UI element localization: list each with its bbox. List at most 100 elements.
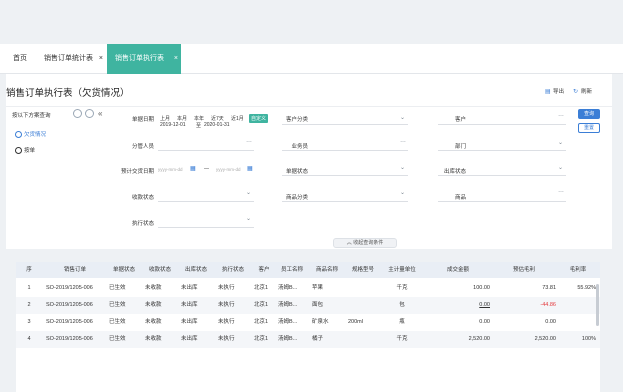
column-header[interactable]: 主计量单位	[382, 262, 422, 278]
dept-select[interactable]	[438, 150, 566, 151]
preset-this-year[interactable]: 本年	[194, 115, 204, 122]
preset-last-1-month[interactable]: 近1月	[231, 115, 244, 122]
cell-index: 2	[27, 302, 31, 308]
cell-employee: 汤姆B...	[278, 319, 298, 325]
scheme-icon	[15, 131, 22, 139]
column-header[interactable]: 出库状态	[179, 262, 213, 278]
cell-margin	[560, 297, 596, 314]
column-header[interactable]: 商品名称	[310, 262, 344, 278]
settings-icon[interactable]	[85, 109, 94, 118]
receipt-status-select[interactable]	[158, 201, 254, 202]
column-header[interactable]: 客户	[253, 262, 275, 278]
close-icon[interactable]: ×	[99, 44, 103, 74]
cell-outbound-status: 未出库	[181, 302, 198, 308]
table-scrollbar[interactable]	[596, 284, 599, 326]
column-header[interactable]: 单据状态	[107, 262, 141, 278]
date-end[interactable]: 2020-01-31	[204, 122, 230, 128]
add-scheme-icon[interactable]	[73, 109, 82, 118]
dept-label: 部门	[454, 144, 466, 150]
column-header[interactable]: 毛利率	[560, 262, 596, 278]
column-header[interactable]: 销售订单	[44, 262, 106, 278]
scheme-label: 按以下方案查询	[12, 113, 51, 119]
customer-select[interactable]	[438, 124, 566, 125]
division-person-select[interactable]	[158, 150, 254, 151]
cell-order-no[interactable]: SO-2019/1205-006	[46, 331, 108, 348]
close-icon[interactable]: ×	[174, 44, 178, 74]
cell-order-status: 已生效	[109, 336, 126, 342]
collapse-filters-button[interactable]: ︽ 收起查询条件	[333, 238, 397, 248]
customer-category-select[interactable]	[282, 124, 408, 125]
date-start[interactable]: 2019-12-01	[160, 122, 186, 128]
column-header[interactable]: 成交金额	[426, 262, 490, 278]
column-header[interactable]: 执行状态	[216, 262, 250, 278]
chevron-down-icon[interactable]: ⌄	[558, 139, 563, 146]
receipt-status-label: 收款状态	[131, 195, 154, 201]
chevron-down-icon[interactable]: ⌄	[400, 114, 405, 121]
calendar-icon[interactable]: ▦	[247, 165, 253, 172]
scheme-item-shortage[interactable]: 欠货情况	[15, 130, 47, 139]
cell-amount[interactable]: 0.00	[426, 297, 490, 314]
chevron-down-icon[interactable]: ⌄	[400, 189, 405, 196]
column-header[interactable]: 预估毛利	[492, 262, 556, 278]
salesperson-select[interactable]	[282, 150, 408, 151]
table-header-row: 序 销售订单 单据状态 收款状态 出库状态 执行状态 客户 员工名称 商品名称 …	[16, 262, 600, 278]
cell-unit: 瓶	[399, 319, 405, 325]
product-category-select[interactable]	[282, 201, 408, 202]
tab-sales-order-stats[interactable]: 销售订单统计表 ×	[40, 44, 106, 74]
cell-index: 4	[27, 336, 31, 342]
scheme-item-by-order[interactable]: 按单	[15, 146, 35, 155]
column-header[interactable]: 收款状态	[143, 262, 177, 278]
order-status-select[interactable]	[282, 175, 408, 176]
delivery-start-input[interactable]: yyyy-mm-dd	[158, 167, 183, 172]
query-button[interactable]: 查询	[578, 109, 600, 119]
tab-sales-order-execution[interactable]: 销售订单执行表 ×	[107, 44, 181, 74]
cell-order-no[interactable]: SO-2019/1205-006	[46, 280, 108, 297]
more-icon[interactable]: …	[558, 188, 564, 194]
chevron-down-icon[interactable]: ⌄	[246, 189, 251, 196]
cell-order-no[interactable]: SO-2019/1205-006	[46, 314, 108, 331]
preset-this-month[interactable]: 本月	[177, 115, 187, 122]
column-header[interactable]: 序	[18, 262, 40, 278]
more-icon[interactable]: …	[558, 112, 564, 118]
cell-gross-profit: 0.00	[545, 319, 556, 325]
preset-last-7-days[interactable]: 近7天	[211, 115, 224, 122]
chevron-down-icon[interactable]: ⌄	[246, 215, 251, 222]
delivery-end-input[interactable]: yyyy-mm-dd	[216, 167, 241, 172]
refresh-icon: ↻	[573, 89, 579, 95]
exec-status-select[interactable]	[158, 227, 254, 228]
reset-button[interactable]: 重置	[578, 123, 600, 133]
table-row[interactable]: 1 SO-2019/1205-006 已生效 未收款 未出库 未执行 北京1 汤…	[16, 280, 600, 297]
chevron-down-icon[interactable]: ⌄	[400, 164, 405, 171]
chevron-down-icon[interactable]: ⌄	[558, 164, 563, 171]
product-select[interactable]	[438, 201, 566, 202]
preset-custom[interactable]: 自定义	[249, 114, 269, 123]
table-row[interactable]: 2 SO-2019/1205-006 已生效 未收款 未出库 未执行 北京1 汤…	[16, 297, 600, 314]
export-button[interactable]: ▤ 导出	[545, 87, 564, 95]
collapse-sidebar-icon[interactable]: «	[98, 109, 102, 118]
column-header[interactable]: 规格型号	[346, 262, 380, 278]
cell-gross-profit: -44.86	[540, 302, 556, 308]
more-icon[interactable]: …	[246, 138, 252, 144]
column-header[interactable]: 员工名称	[276, 262, 308, 278]
cell-receipt-status: 未收款	[145, 302, 162, 308]
preset-last-month[interactable]: 上月	[160, 115, 170, 122]
cell-unit: 千克	[396, 336, 408, 342]
more-icon[interactable]: …	[400, 138, 406, 144]
table-row[interactable]: 3 SO-2019/1205-006 已生效 未收款 未出库 未执行 北京1 汤…	[16, 314, 600, 331]
refresh-button[interactable]: ↻ 刷新	[573, 87, 592, 95]
scheme-item-label: 欠货情况	[24, 132, 47, 138]
division-person-label: 分管人员	[131, 144, 154, 150]
cell-unit: 千克	[396, 285, 408, 291]
page-title: 销售订单执行表（欠货情况）	[6, 88, 130, 99]
cell-index: 1	[27, 285, 31, 291]
scheme-icon	[15, 147, 22, 155]
cell-order-status: 已生效	[109, 285, 126, 291]
cell-order-no[interactable]: SO-2019/1205-006	[46, 297, 108, 314]
tab-home[interactable]: 首页	[4, 44, 36, 74]
export-icon: ▤	[545, 89, 551, 95]
order-date-label: 单据日期	[131, 117, 154, 123]
cell-receipt-status: 未收款	[145, 319, 162, 325]
table-row[interactable]: 4 SO-2019/1205-006 已生效 未收款 未出库 未执行 北京1 汤…	[16, 331, 600, 348]
outbound-status-select[interactable]	[438, 175, 566, 176]
calendar-icon[interactable]: ▦	[190, 165, 196, 172]
